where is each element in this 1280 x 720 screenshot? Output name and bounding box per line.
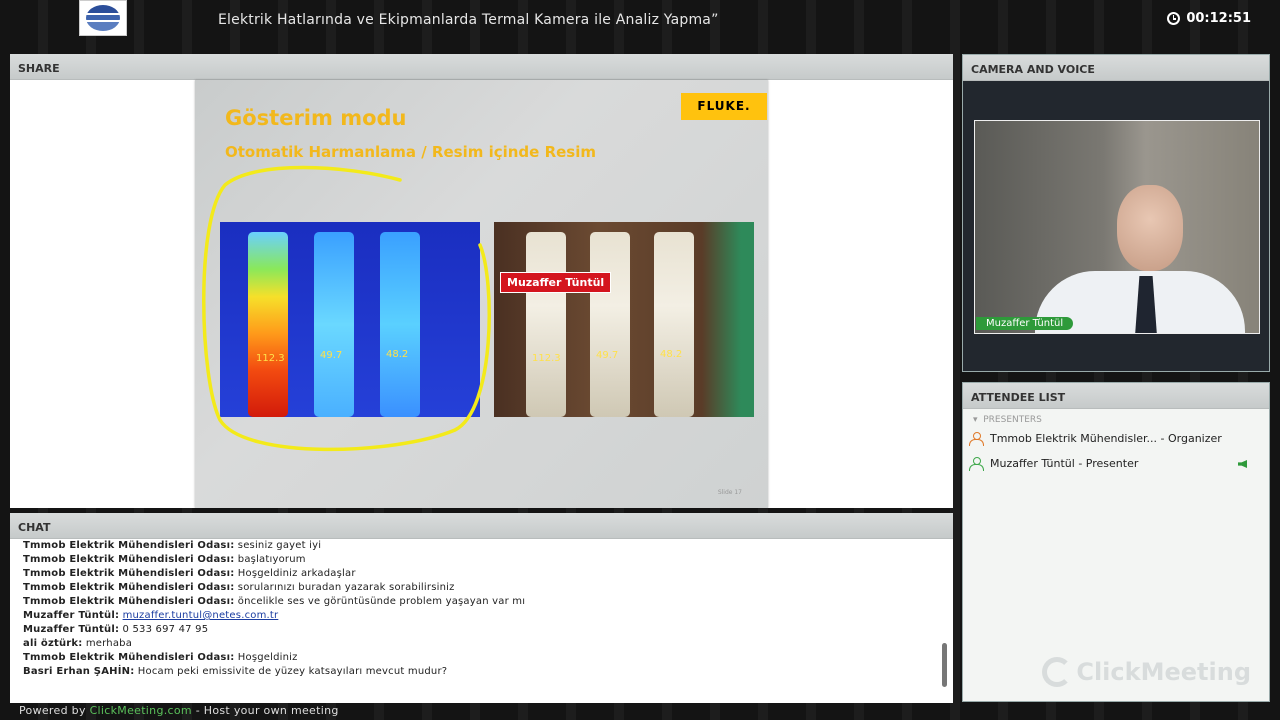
chat-panel: CHAT Tmmob Elektrik Mühendisleri Odası: … (10, 513, 953, 703)
share-panel: SHARE Gösterim modu Otomatik Harmanlama … (10, 54, 953, 508)
chat-message: Basri Erhan ŞAHİN: Hocam peki emissivite… (23, 666, 448, 677)
chat-message: Tmmob Elektrik Mühendisleri Odası: Hoşge… (23, 652, 298, 663)
presentation-slide[interactable]: Gösterim modu Otomatik Harmanlama / Resi… (195, 80, 768, 508)
meeting-title: Elektrik Hatlarında ve Ekipmanlarda Term… (218, 12, 719, 28)
chat-header: CHAT (10, 513, 953, 539)
presenters-section-label[interactable]: ▾ PRESENTERS (973, 415, 1042, 425)
organizer-person-icon (969, 432, 984, 446)
powered-by-footer: Powered by ClickMeeting.com - Host your … (19, 704, 339, 717)
timer-value: 00:12:51 (1186, 11, 1251, 26)
presenter-person-icon (969, 457, 984, 471)
chat-message: Tmmob Elektrik Mühendisleri Odası: sorul… (23, 582, 455, 593)
slide-number: Slide 17 (717, 489, 742, 496)
chat-message: Tmmob Elektrik Mühendisleri Odası: öncel… (23, 596, 526, 607)
clickmeeting-logo: ClickMeeting (1042, 657, 1251, 687)
speaker-name-label: Muzaffer Tüntül (976, 317, 1074, 330)
chat-message: Muzaffer Tüntül: muzaffer.tuntul@netes.c… (23, 610, 279, 621)
attendee-name: Tmmob Elektrik Mühendisler... - Organize… (990, 432, 1222, 445)
camera-header: CAMERA AND VOICE (963, 55, 1269, 81)
attendee-item[interactable]: Tmmob Elektrik Mühendisler... - Organize… (969, 432, 1222, 446)
organizer-logo (79, 0, 127, 36)
chat-message: Tmmob Elektrik Mühendisleri Odası: başla… (23, 554, 306, 565)
pointer-name-badge: Muzaffer Tüntül (500, 272, 612, 293)
attendee-item[interactable]: Muzaffer Tüntül - Presenter (969, 457, 1139, 471)
clock-icon (1167, 12, 1181, 25)
chat-message: Muzaffer Tüntül: 0 533 697 47 95 (23, 624, 209, 635)
share-header: SHARE (10, 54, 953, 80)
attendee-name: Muzaffer Tüntül - Presenter (990, 457, 1139, 470)
attendee-panel: ATTENDEE LIST ▾ PRESENTERS Tmmob Elektri… (962, 382, 1270, 702)
chat-message: Tmmob Elektrik Mühendisleri Odası: sesin… (23, 540, 322, 551)
camera-panel: CAMERA AND VOICE Muzaffer Tüntül (962, 54, 1270, 372)
yellow-annotation (202, 165, 491, 452)
email-link[interactable]: muzaffer.tuntul@netes.com.tr (123, 610, 279, 621)
meeting-timer: 00:12:51 (1167, 11, 1251, 26)
clickmeeting-link[interactable]: ClickMeeting.com (90, 704, 192, 717)
top-bar: Elektrik Hatlarında ve Ekipmanlarda Term… (0, 0, 1280, 42)
attendee-header: ATTENDEE LIST (963, 383, 1269, 409)
chat-message: Tmmob Elektrik Mühendisleri Odası: Hoşge… (23, 568, 356, 579)
chat-scrollbar[interactable] (942, 643, 947, 687)
chat-messages[interactable]: Tmmob Elektrik Mühendisleri Odası: sesin… (10, 539, 953, 689)
chat-message: ali öztürk: merhaba (23, 638, 133, 649)
camera-video[interactable]: Muzaffer Tüntül (974, 120, 1260, 334)
clickmeeting-ring-icon (1042, 657, 1073, 687)
speaker-icon (1238, 460, 1247, 468)
